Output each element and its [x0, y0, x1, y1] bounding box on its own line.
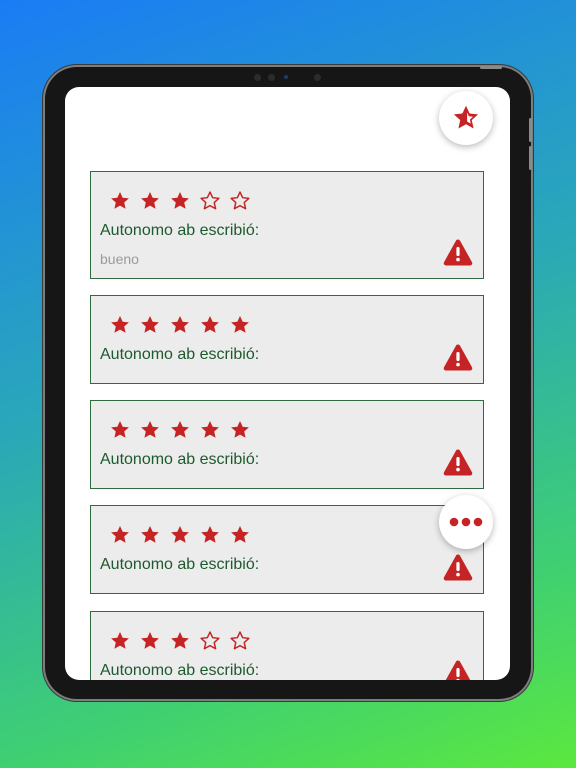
star-filled-icon — [111, 192, 129, 209]
star-outline-icon — [230, 191, 250, 210]
review-card: Autonomo ab escribió: — [90, 295, 484, 384]
star-filled-icon — [201, 526, 219, 543]
report-warning-icon[interactable] — [443, 343, 473, 371]
star-filled-icon — [141, 526, 159, 543]
star-filled-icon — [141, 316, 159, 333]
star-filled-icon — [231, 421, 249, 438]
star-filled-icon — [231, 316, 249, 333]
review-author-text: Autonomo ab escribió: — [100, 556, 260, 573]
volume-button — [529, 118, 532, 142]
rate-button[interactable] — [439, 91, 493, 145]
star-outline-icon — [230, 631, 250, 650]
review-card: Autonomo ab escribió: — [90, 611, 484, 680]
review-author-text: Autonomo ab escribió: — [100, 346, 260, 363]
star-filled-icon — [111, 421, 129, 438]
star-filled-icon — [171, 526, 189, 543]
camera-dot — [284, 75, 288, 79]
star-filled-icon — [111, 316, 129, 333]
star-filled-icon — [141, 192, 159, 209]
report-warning-icon[interactable] — [443, 553, 473, 581]
review-card: Autonomo ab escribió: bueno — [90, 171, 484, 279]
star-filled-icon — [201, 421, 219, 438]
star-filled-icon — [141, 421, 159, 438]
star-filled-icon — [171, 632, 189, 649]
more-options-button[interactable] — [439, 495, 493, 549]
camera-bar — [248, 72, 328, 82]
star-filled-icon — [141, 632, 159, 649]
camera-dot — [314, 74, 321, 81]
camera-dot — [254, 74, 261, 81]
more-horizontal-icon — [449, 517, 483, 527]
review-card: Autonomo ab escribió: — [90, 400, 484, 489]
star-filled-icon — [171, 421, 189, 438]
power-button — [480, 66, 502, 69]
report-warning-icon[interactable] — [443, 659, 473, 680]
star-filled-icon — [201, 316, 219, 333]
review-comment: bueno — [100, 251, 139, 267]
star-filled-icon — [111, 526, 129, 543]
review-author-text: Autonomo ab escribió: — [100, 451, 260, 468]
review-card: Autonomo ab escribió: — [90, 505, 484, 594]
report-warning-icon[interactable] — [443, 238, 473, 266]
star-filled-icon — [171, 316, 189, 333]
star-half-icon — [453, 105, 479, 129]
app-screen: Autonomo ab escribió: bueno Autonomo ab es… — [65, 87, 510, 680]
volume-button — [529, 146, 532, 170]
star-filled-icon — [171, 192, 189, 209]
star-outline-icon — [200, 191, 220, 210]
report-warning-icon[interactable] — [443, 448, 473, 476]
star-filled-icon — [231, 526, 249, 543]
review-author-text: Autonomo ab escribió: — [100, 662, 260, 679]
star-filled-icon — [111, 632, 129, 649]
camera-dot — [268, 74, 275, 81]
review-author-text: Autonomo ab escribió: — [100, 222, 260, 239]
star-outline-icon — [200, 631, 220, 650]
